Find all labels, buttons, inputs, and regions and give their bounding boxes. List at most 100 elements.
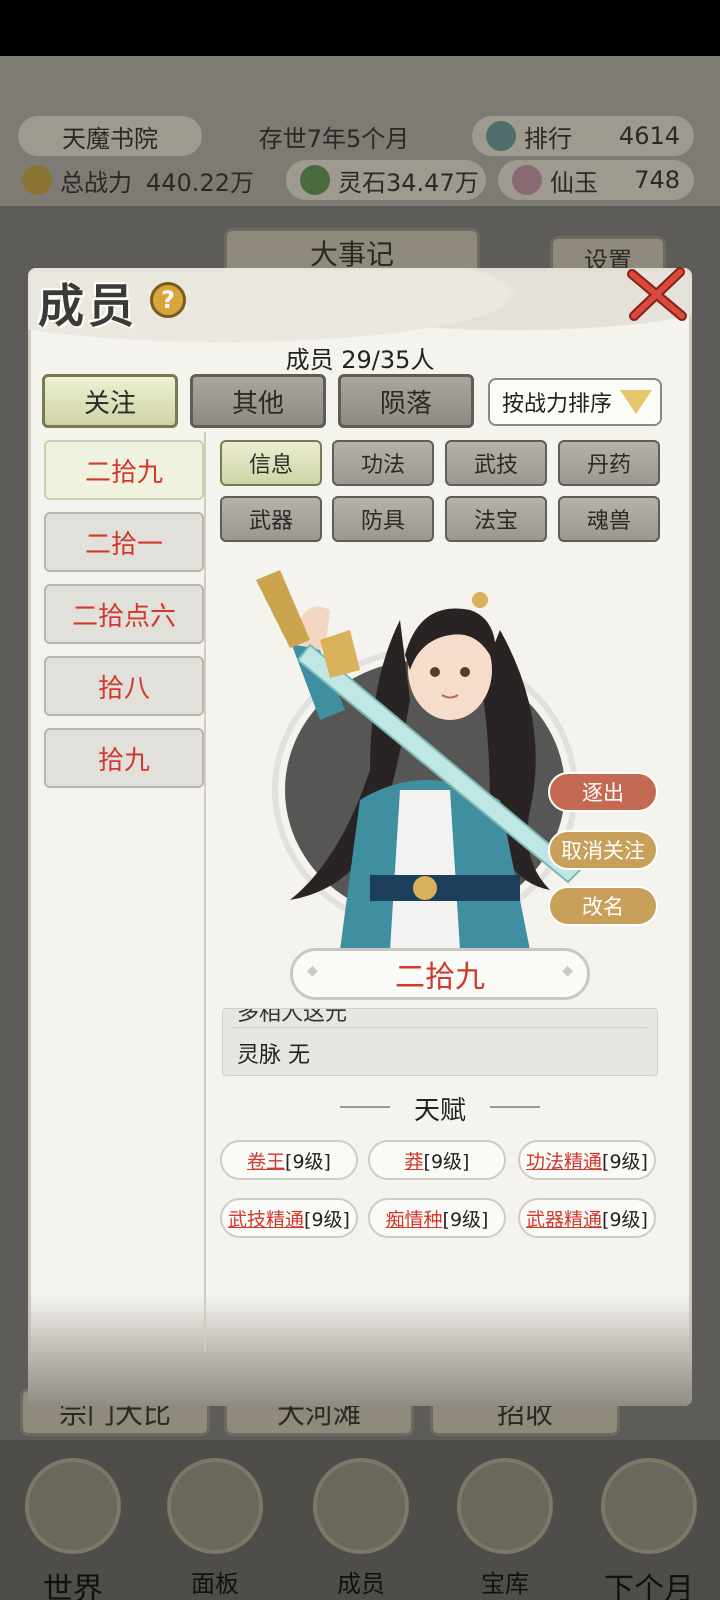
cloud-decoration-bottom xyxy=(28,1296,692,1406)
talent-chip[interactable]: 武技精通 [9级] xyxy=(220,1198,358,1238)
power-icon xyxy=(22,165,52,195)
talent-name: 武技精通 xyxy=(228,1208,305,1231)
events-label: 大事记 xyxy=(309,238,394,271)
tab-label: 关注 xyxy=(83,388,136,419)
nav-world[interactable]: 世界 xyxy=(8,1450,138,1600)
info-partial-text: 多相人这元 xyxy=(237,1008,348,1026)
nav-panel[interactable]: 面板 xyxy=(150,1450,280,1600)
power-value: 440.22万 xyxy=(146,168,254,197)
sect-name: 天魔书院 xyxy=(62,124,158,153)
nav-next-month[interactable]: 下个月 xyxy=(584,1450,714,1600)
rename-label: 改名 xyxy=(582,895,624,919)
talent-name: 武器精通 xyxy=(526,1208,603,1231)
tab-fallen[interactable]: 陨落 xyxy=(338,374,474,428)
world-icon xyxy=(25,1458,121,1554)
subtab-techniques[interactable]: 功法 xyxy=(332,440,434,486)
spirit-stone-icon xyxy=(300,165,330,195)
subtab-label: 功法 xyxy=(360,453,405,478)
subtab-spirit-beasts[interactable]: 魂兽 xyxy=(558,496,660,542)
stone-value: 34.47万 xyxy=(386,168,479,197)
list-divider xyxy=(204,432,206,1352)
selected-member-nameplate: 二拾九 xyxy=(290,948,590,1000)
nav-label: 下个月 xyxy=(604,1572,694,1600)
help-icon[interactable]: ? xyxy=(150,282,186,318)
nav-label: 成员 xyxy=(337,1570,385,1598)
tab-following[interactable]: 关注 xyxy=(42,374,178,428)
subtab-artifacts[interactable]: 法宝 xyxy=(445,496,547,542)
rank-display: 排行 4614 xyxy=(472,116,694,156)
stone-label: 灵石 xyxy=(338,168,386,197)
member-name: 拾九 xyxy=(97,745,150,776)
modal-title: 成员 xyxy=(38,279,138,333)
character-portrait xyxy=(250,560,590,950)
chevron-down-icon xyxy=(620,390,653,414)
talent-chip[interactable]: 功法精通 [9级] xyxy=(518,1140,656,1180)
subtab-label: 武器 xyxy=(248,509,293,534)
subtab-label: 法宝 xyxy=(473,509,518,534)
unfollow-button[interactable]: 取消关注 xyxy=(548,830,658,870)
rename-button[interactable]: 改名 xyxy=(548,886,658,926)
rank-icon xyxy=(486,121,516,151)
member-list-item[interactable]: 拾九 xyxy=(44,728,204,788)
jade-display: 仙玉 748 xyxy=(498,160,694,200)
expel-button[interactable]: 逐出 xyxy=(548,772,658,812)
members-icon xyxy=(313,1458,409,1554)
power-label: 总战力 xyxy=(60,168,132,197)
talent-level: [9级] xyxy=(602,1208,648,1231)
talent-level: [9级] xyxy=(442,1208,489,1231)
nav-label: 面板 xyxy=(191,1570,239,1598)
top-resource-area: 天魔书院 存世7年5个月 排行 4614 总战力 440.22万 灵石 34.4… xyxy=(0,56,720,206)
member-name: 二拾一 xyxy=(84,529,163,560)
talent-name: 功法精通 xyxy=(526,1150,603,1173)
subtab-label: 丹药 xyxy=(586,453,631,478)
subtab-martial-skills[interactable]: 武技 xyxy=(445,440,547,486)
member-list-item[interactable]: 二拾点六 xyxy=(44,584,204,644)
nav-treasury[interactable]: 宝库 xyxy=(440,1450,570,1600)
member-list-item[interactable]: 二拾九 xyxy=(44,440,204,500)
expel-label: 逐出 xyxy=(582,781,624,805)
member-name: 二拾九 xyxy=(84,457,163,488)
talent-chip[interactable]: 武器精通 [9级] xyxy=(518,1198,656,1238)
jade-value: 748 xyxy=(634,166,680,194)
nav-label: 世界 xyxy=(43,1572,103,1600)
member-name: 拾八 xyxy=(97,673,150,704)
sort-label: 按战力排序 xyxy=(502,392,613,417)
talent-name: 莽 xyxy=(404,1150,424,1173)
member-list-item[interactable]: 拾八 xyxy=(44,656,204,716)
subtab-label: 防具 xyxy=(360,509,405,534)
nav-members[interactable]: 成员 xyxy=(296,1450,426,1600)
rank-label: 排行 xyxy=(524,124,572,153)
tab-label: 陨落 xyxy=(379,388,432,419)
subtab-pills[interactable]: 丹药 xyxy=(558,440,660,486)
talent-chip[interactable]: 莽 [9级] xyxy=(368,1140,506,1180)
sort-dropdown[interactable]: 按战力排序 xyxy=(488,378,662,426)
sect-duration: 存世7年5个月 xyxy=(208,116,460,156)
talent-name: 痴情种 xyxy=(385,1208,443,1231)
talent-level: [9级] xyxy=(285,1150,331,1173)
subtab-armor[interactable]: 防具 xyxy=(332,496,434,542)
talent-level: [9级] xyxy=(423,1150,470,1173)
talent-chip[interactable]: 痴情种 [9级] xyxy=(368,1198,506,1238)
subtab-label: 魂兽 xyxy=(586,509,631,534)
panel-icon xyxy=(167,1458,263,1554)
jade-icon xyxy=(512,165,542,195)
talent-section-title: 天赋 xyxy=(340,1088,540,1128)
tab-others[interactable]: 其他 xyxy=(190,374,326,428)
subtab-info[interactable]: 信息 xyxy=(220,440,322,486)
member-list-item[interactable]: 二拾一 xyxy=(44,512,204,572)
talent-level: [9级] xyxy=(602,1150,648,1173)
subtab-label: 武技 xyxy=(473,453,518,478)
rank-value: 4614 xyxy=(618,122,680,150)
member-name: 二拾点六 xyxy=(71,601,176,632)
tab-label: 其他 xyxy=(231,388,284,419)
member-info-box: 多相人这元 灵脉 无 xyxy=(222,1008,658,1076)
unfollow-label: 取消关注 xyxy=(561,839,645,863)
close-icon[interactable] xyxy=(626,266,688,322)
sect-name-badge: 天魔书院 xyxy=(18,116,202,156)
info-divider xyxy=(233,1027,647,1028)
subtab-weapons[interactable]: 武器 xyxy=(220,496,322,542)
talent-name: 卷王 xyxy=(247,1150,286,1173)
subtab-label: 信息 xyxy=(248,453,293,478)
nav-label: 宝库 xyxy=(481,1570,529,1598)
talent-chip[interactable]: 卷王 [9级] xyxy=(220,1140,358,1180)
